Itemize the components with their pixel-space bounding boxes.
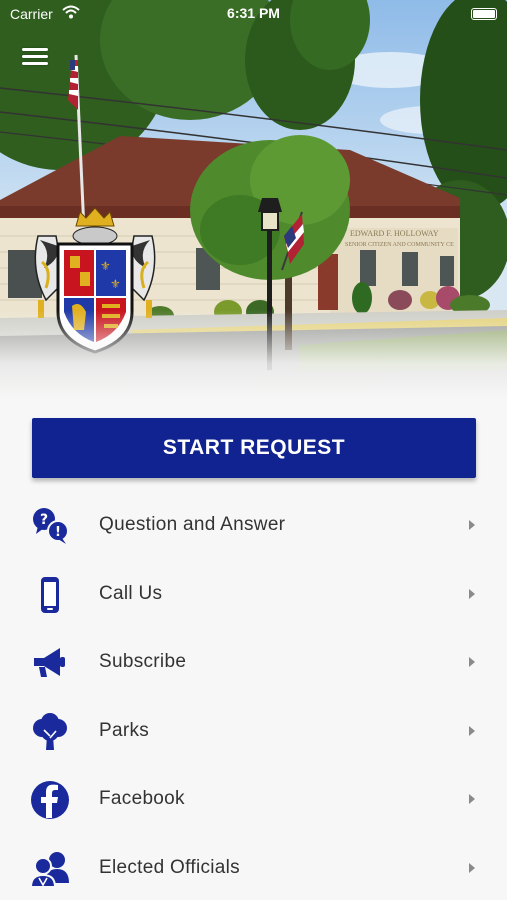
start-request-button[interactable]: START REQUEST [32, 418, 476, 478]
chevron-right-icon [469, 588, 475, 599]
status-bar: Carrier 6:31 PM [0, 0, 507, 28]
status-time: 6:31 PM [227, 5, 280, 21]
menu-item-label: Parks [99, 719, 150, 741]
menu-item-facebook[interactable]: Facebook [0, 766, 507, 835]
hamburger-menu-button[interactable] [22, 48, 48, 68]
phone-icon [30, 575, 70, 615]
menu-item-label: Facebook [99, 788, 185, 810]
menu-item-question-and-answer[interactable]: ? ! Question and Answer [0, 492, 507, 561]
officials-icon [30, 849, 70, 889]
svg-text:!: ! [55, 525, 61, 540]
menu-item-call-us[interactable]: Call Us [0, 561, 507, 630]
menu-list: ? ! Question and Answer Call Us Subscrib… [0, 492, 507, 900]
building-sign-line2: SENIOR CITIZEN AND COMMUNITY CE [345, 242, 454, 248]
chevron-right-icon [469, 862, 475, 873]
menu-item-label: Subscribe [99, 651, 187, 673]
menu-item-label: Call Us [99, 582, 163, 604]
chevron-right-icon [469, 725, 475, 736]
hero-fade-overlay [0, 310, 507, 400]
menu-item-elected-officials[interactable]: Elected Officials [0, 835, 507, 900]
megaphone-icon [30, 643, 70, 683]
battery-icon [471, 8, 497, 20]
chevron-right-icon [469, 657, 475, 668]
svg-text:⚜: ⚜ [100, 259, 111, 273]
facebook-icon [30, 780, 70, 820]
chevron-right-icon [469, 794, 475, 805]
hamburger-line [22, 55, 48, 58]
chevron-right-icon [469, 520, 475, 530]
menu-item-parks[interactable]: Parks [0, 698, 507, 767]
svg-text:⚜: ⚜ [110, 277, 121, 291]
hamburger-line [22, 48, 48, 51]
tree-icon [30, 712, 70, 752]
svg-text:?: ? [40, 512, 48, 528]
hamburger-line [22, 62, 48, 65]
question-answer-icon: ? ! [30, 506, 70, 546]
menu-item-label: Question and Answer [99, 514, 286, 535]
building-sign: EDWARD F. HOLLOWAY [350, 229, 439, 238]
hero-image: EDWARD F. HOLLOWAY SENIOR CITIZEN AND CO… [0, 0, 507, 400]
menu-item-subscribe[interactable]: Subscribe [0, 629, 507, 698]
menu-item-label: Elected Officials [99, 856, 240, 878]
